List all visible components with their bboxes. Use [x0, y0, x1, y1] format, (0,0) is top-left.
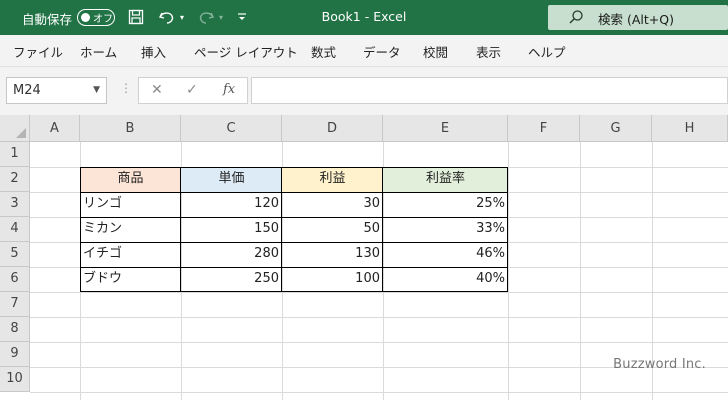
column-header-e[interactable]: E — [383, 115, 508, 142]
table-border — [507, 167, 508, 292]
table-cell[interactable]: 30 — [282, 192, 383, 217]
customize-quick-access-button[interactable] — [235, 7, 249, 27]
chevron-down-icon: ▼ — [93, 85, 100, 95]
cancel-icon[interactable]: ✕ — [151, 82, 163, 98]
column-header-a[interactable]: A — [30, 115, 80, 142]
column-header-f[interactable]: F — [508, 115, 580, 142]
column-header-b[interactable]: B — [80, 115, 181, 142]
table-cell[interactable]: 100 — [282, 267, 383, 292]
tab-review[interactable]: 校閲 — [423, 42, 448, 61]
toggle-knob — [81, 12, 90, 22]
row-header-2[interactable]: 2 — [0, 167, 30, 192]
table-cell[interactable]: 50 — [282, 217, 383, 242]
table-cell[interactable]: 280 — [181, 242, 282, 267]
table-border — [80, 192, 508, 193]
tab-data[interactable]: データ — [363, 42, 401, 61]
row-header-7[interactable]: 7 — [0, 292, 30, 317]
table-cell[interactable]: 25% — [383, 192, 508, 217]
table-cell[interactable]: 130 — [282, 242, 383, 267]
gridline — [508, 142, 509, 400]
chevron-down-icon: ▾ — [179, 12, 184, 22]
row-header-9[interactable]: 9 — [0, 342, 30, 367]
customize-menu-icon — [238, 13, 246, 20]
select-all-button[interactable] — [0, 115, 30, 142]
tab-formulas[interactable]: 数式 — [311, 42, 336, 61]
tab-page-layout[interactable]: ページ レイアウト — [194, 42, 298, 61]
formula-bar: M24 ▼ ⋮ ✕ ✓ fx — [0, 67, 728, 115]
row-header-10[interactable]: 10 — [0, 367, 30, 392]
table-cell[interactable]: イチゴ — [80, 242, 181, 267]
name-box-value: M24 — [13, 83, 41, 98]
watermark-text: Buzzword Inc. — [613, 357, 706, 372]
save-icon — [128, 9, 144, 25]
tab-insert[interactable]: 挿入 — [141, 42, 166, 61]
redo-button[interactable] — [196, 7, 216, 27]
table-border — [80, 267, 508, 268]
row-header-5[interactable]: 5 — [0, 242, 30, 267]
gridline — [30, 392, 728, 393]
table-border — [180, 167, 181, 292]
tab-home[interactable]: ホーム — [80, 42, 117, 61]
search-placeholder: 検索 (Alt+Q) — [598, 12, 674, 27]
undo-dropdown[interactable]: ▾ — [177, 7, 187, 27]
table-border — [80, 291, 508, 292]
table-cell[interactable]: リンゴ — [80, 192, 181, 217]
search-box[interactable]: 検索 (Alt+Q) — [548, 5, 728, 30]
gridline — [30, 317, 728, 318]
table-header-profit[interactable]: 利益 — [282, 167, 383, 192]
redo-dropdown[interactable]: ▾ — [216, 7, 226, 27]
row-header-8[interactable]: 8 — [0, 317, 30, 342]
tab-view[interactable]: 表示 — [476, 42, 501, 61]
autosave-label: 自動保存 — [22, 12, 73, 27]
table-cell[interactable]: 40% — [383, 267, 508, 292]
autosave-toggle[interactable]: オフ — [77, 9, 115, 26]
table-cell[interactable]: 46% — [383, 242, 508, 267]
redo-icon — [199, 12, 214, 24]
table-cell[interactable]: 150 — [181, 217, 282, 242]
more-options-icon[interactable]: ⋮ — [120, 81, 132, 95]
ribbon-tabs: ファイル ホーム 挿入 ページ レイアウト 数式 データ 校閲 表示 ヘルプ — [0, 35, 728, 67]
table-cell[interactable]: 250 — [181, 267, 282, 292]
name-box[interactable]: M24 ▼ — [6, 77, 107, 104]
search-icon — [568, 9, 584, 29]
formula-buttons: ✕ ✓ fx — [138, 77, 248, 104]
insert-function-icon[interactable]: fx — [223, 82, 235, 97]
column-header-d[interactable]: D — [282, 115, 383, 142]
table-border — [80, 167, 81, 292]
gridline — [580, 142, 581, 400]
table-border — [80, 242, 508, 243]
table-border — [281, 167, 282, 292]
table-header-profit-rate[interactable]: 利益率 — [383, 167, 508, 192]
table-border — [80, 167, 508, 168]
row-header-3[interactable]: 3 — [0, 192, 30, 217]
column-header-c[interactable]: C — [181, 115, 282, 142]
column-header-g[interactable]: G — [580, 115, 652, 142]
enter-check-icon[interactable]: ✓ — [186, 82, 198, 98]
save-button[interactable] — [126, 7, 146, 27]
tab-file[interactable]: ファイル — [13, 42, 63, 61]
gridline — [30, 342, 728, 343]
undo-icon — [158, 12, 173, 24]
table-cell[interactable]: 120 — [181, 192, 282, 217]
row-header-4[interactable]: 4 — [0, 217, 30, 242]
autosave-state: オフ — [93, 14, 113, 25]
row-header-6[interactable]: 6 — [0, 267, 30, 292]
table-header-product[interactable]: 商品 — [80, 167, 181, 192]
tab-help[interactable]: ヘルプ — [528, 42, 566, 61]
row-header-1[interactable]: 1 — [0, 142, 30, 167]
gridline — [30, 292, 728, 293]
table-header-unit-price[interactable]: 単価 — [181, 167, 282, 192]
table-border — [80, 217, 508, 218]
undo-button[interactable] — [156, 7, 176, 27]
select-all-icon — [16, 128, 26, 138]
formula-input[interactable] — [251, 77, 728, 104]
table-cell[interactable]: 33% — [383, 217, 508, 242]
table-border — [382, 167, 383, 292]
chevron-down-icon: ▾ — [218, 12, 223, 22]
column-header-h[interactable]: H — [652, 115, 728, 142]
table-cell[interactable]: ミカン — [80, 217, 181, 242]
table-cell[interactable]: ブドウ — [80, 267, 181, 292]
title-bar: 自動保存 オフ ▾ ▾ Book1 - Excel 検索 (Alt+Q) — [0, 0, 728, 35]
